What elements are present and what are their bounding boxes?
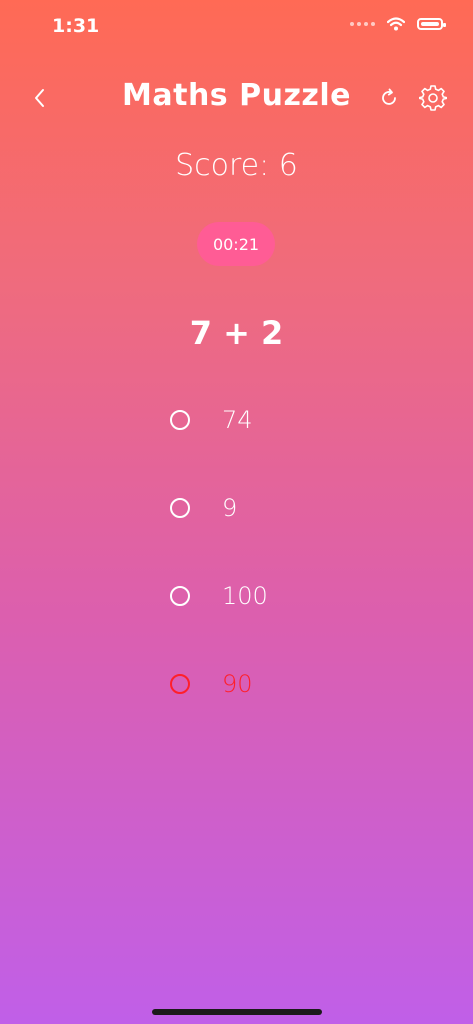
signal-dots-icon bbox=[350, 22, 375, 26]
radio-circle-icon[interactable] bbox=[170, 498, 190, 518]
battery-icon bbox=[417, 18, 446, 30]
answer-option-4[interactable]: 90 bbox=[170, 662, 370, 706]
answer-option-label: 9 bbox=[222, 494, 238, 522]
answer-option-2[interactable]: 9 bbox=[170, 486, 370, 530]
status-time: 1:31 bbox=[52, 15, 100, 37]
answer-option-label: 90 bbox=[222, 670, 253, 698]
refresh-icon[interactable] bbox=[377, 86, 401, 110]
status-bar-icons bbox=[350, 17, 446, 31]
answer-option-label: 74 bbox=[222, 406, 253, 434]
question-text: 7 + 2 bbox=[189, 314, 284, 352]
score-label: Score: 6 bbox=[175, 148, 298, 183]
radio-circle-icon[interactable] bbox=[170, 586, 190, 606]
answer-option-label: 100 bbox=[222, 582, 268, 610]
wifi-icon bbox=[387, 17, 405, 31]
answer-option-1[interactable]: 74 bbox=[170, 398, 370, 442]
radio-circle-icon[interactable] bbox=[170, 410, 190, 430]
answer-option-3[interactable]: 100 bbox=[170, 574, 370, 618]
page-title: Maths Puzzle bbox=[122, 78, 351, 113]
home-indicator[interactable] bbox=[152, 1009, 322, 1015]
answer-options: 74 9 100 90 bbox=[170, 398, 370, 750]
maths-puzzle-screen: 1:31 Maths Puzzle Score: 6 00:21 7 + 2 7… bbox=[0, 0, 473, 1024]
radio-circle-icon[interactable] bbox=[170, 674, 190, 694]
timer-badge: 00:21 bbox=[197, 222, 275, 266]
gear-icon[interactable] bbox=[419, 84, 447, 112]
